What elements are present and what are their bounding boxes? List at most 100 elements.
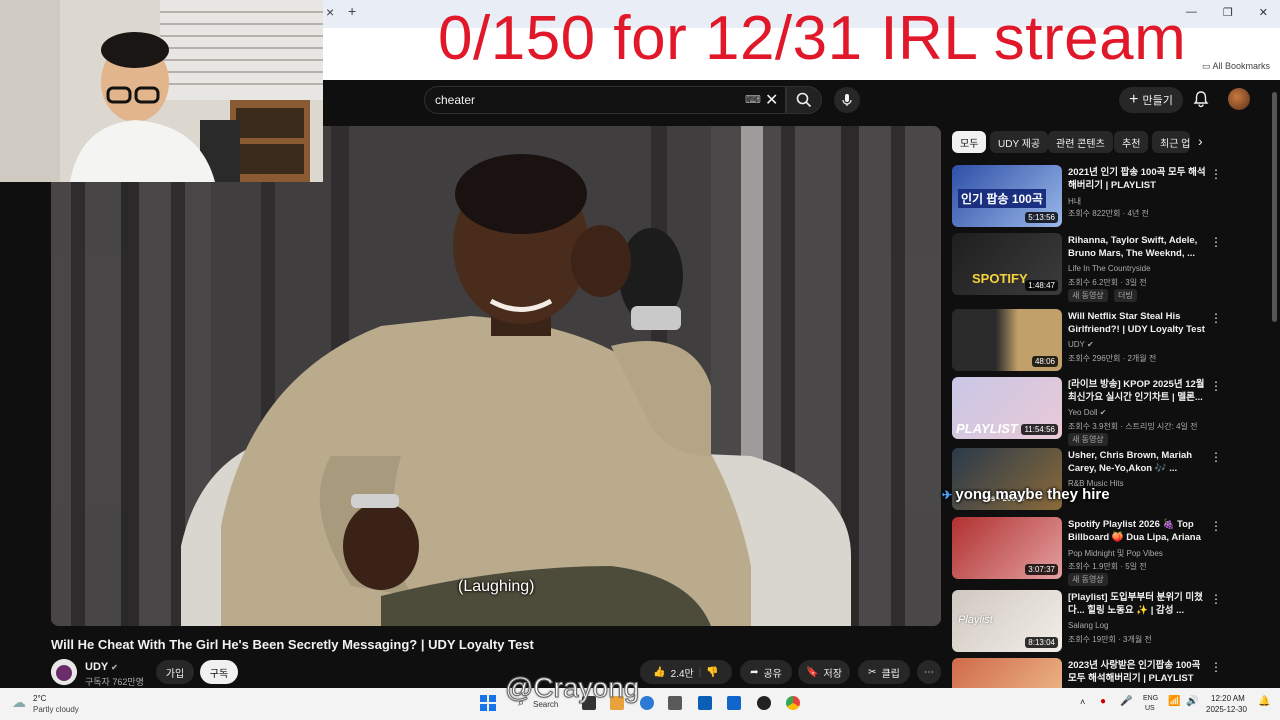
- thumbs-down-icon[interactable]: 👎: [706, 667, 718, 678]
- maximize-icon[interactable]: ❐: [1223, 6, 1233, 19]
- more-actions-button[interactable]: ⋯: [917, 660, 941, 684]
- duration-badge: 8:13:04: [1025, 637, 1058, 648]
- rec-title: Usher, Chris Brown, Mariah Carey, Ne-Yo,…: [1068, 450, 1193, 474]
- rec-title: Spotify Playlist 2026 🍇 Top Billboard 🍑 …: [1068, 519, 1201, 543]
- page-scrollbar[interactable]: [1272, 92, 1277, 322]
- mic-tray-icon[interactable]: 🎤: [1120, 696, 1132, 707]
- chip-recommended[interactable]: 추천: [1114, 131, 1149, 153]
- share-button[interactable]: ➦ 공유: [740, 660, 792, 684]
- all-bookmarks-link[interactable]: ▭ All Bookmarks: [1202, 61, 1270, 72]
- chat-message-text: yong maybe they hire: [955, 486, 1110, 503]
- thumbs-up-icon[interactable]: 👍: [653, 667, 665, 678]
- store-icon[interactable]: [698, 696, 712, 710]
- account-avatar[interactable]: [1228, 88, 1250, 110]
- start-icon[interactable]: [480, 695, 496, 711]
- like-dislike-group[interactable]: 👍 2.4만 | 👎: [640, 660, 732, 684]
- rec-meta: 조회수 6.2만회 · 3일 전: [1068, 278, 1147, 287]
- rec-title: Rihanna, Taylor Swift, Adele, Bruno Mars…: [1068, 235, 1198, 259]
- video-thumbnail[interactable]: SPOTIFY 1:48:47: [952, 233, 1062, 295]
- volume-icon[interactable]: 🔊: [1186, 696, 1198, 707]
- channel-avatar[interactable]: [51, 659, 77, 685]
- streamer-webcam: [0, 0, 323, 182]
- weather-temp[interactable]: 2°C: [33, 694, 46, 703]
- chip-all[interactable]: 모두: [952, 131, 987, 153]
- rec-meta: 조회수 822만회 · 4년 전: [1068, 209, 1149, 218]
- search-input[interactable]: cheater ⌨ ✕: [424, 86, 786, 114]
- chevron-right-icon[interactable]: ›: [1198, 133, 1203, 149]
- weather-icon: ☁: [12, 694, 26, 710]
- video-thumbnail[interactable]: [952, 658, 1062, 688]
- tray-app-icon[interactable]: ●: [1100, 696, 1106, 707]
- more-vert-icon[interactable]: ⋮: [1210, 167, 1222, 181]
- recommended-video[interactable]: Playlist 8:13:04 [Playlist] 도입부부터 분위기 미쳤…: [952, 590, 1222, 654]
- input-language[interactable]: ENG: [1143, 695, 1158, 702]
- share-icon: ➦: [750, 666, 759, 678]
- video-thumbnail[interactable]: 48:06: [952, 309, 1062, 371]
- join-button[interactable]: 가입: [156, 660, 194, 684]
- folder-icon: ▭: [1201, 61, 1213, 71]
- more-vert-icon[interactable]: ⋮: [1210, 379, 1222, 393]
- clip-button[interactable]: ✂ 클립: [858, 660, 910, 684]
- recommended-video[interactable]: 인기 팝송 100곡 5:13:56 2021년 인기 팝송 100곡 모두 해…: [952, 165, 1222, 229]
- outlook-icon[interactable]: [727, 696, 741, 710]
- notification-center-icon[interactable]: 🔔: [1258, 696, 1270, 707]
- minimize-icon[interactable]: —: [1186, 6, 1197, 19]
- wifi-icon[interactable]: 📶: [1168, 696, 1180, 707]
- duration-badge: 1:48:47: [1025, 280, 1058, 291]
- recommended-video[interactable]: 48:06 Will Netflix Star Steal His Girlfr…: [952, 309, 1222, 373]
- obs-icon[interactable]: [757, 696, 771, 710]
- video-frame: [51, 126, 941, 626]
- save-label: 저장: [823, 668, 842, 680]
- rec-channel: Life In The Countryside: [1068, 264, 1151, 273]
- close-tab-button[interactable]: ×: [326, 4, 334, 20]
- recommended-video[interactable]: SPOTIFY 1:48:47 Rihanna, Taylor Swift, A…: [952, 233, 1222, 302]
- more-vert-icon[interactable]: ⋮: [1210, 235, 1222, 249]
- clear-search-icon[interactable]: ✕: [765, 90, 778, 110]
- create-button[interactable]: + 만들기: [1119, 87, 1183, 113]
- keyboard-icon[interactable]: ⌨: [745, 93, 761, 106]
- clock-date[interactable]: 2025-12-30: [1206, 705, 1247, 714]
- duration-badge: 3:07:37: [1025, 564, 1058, 575]
- clock-time[interactable]: 12:20 AM: [1211, 694, 1245, 703]
- voice-search-button[interactable]: [834, 87, 860, 113]
- more-vert-icon[interactable]: ⋮: [1210, 592, 1222, 606]
- save-button[interactable]: 🔖 저장: [798, 660, 850, 684]
- recommended-video[interactable]: 3:07:37 Spotify Playlist 2026 🍇 Top Bill…: [952, 517, 1222, 586]
- chrome-icon[interactable]: [786, 696, 800, 710]
- video-thumbnail[interactable]: PLAYLIST 11:54:56: [952, 377, 1062, 439]
- chat-overlay-message: ✈ yong maybe they hire: [942, 486, 1110, 503]
- chip-recent[interactable]: 최근 업: [1152, 131, 1190, 153]
- input-region[interactable]: US: [1145, 705, 1155, 712]
- weather-description[interactable]: Partly cloudy: [33, 705, 79, 714]
- notifications-button[interactable]: [1192, 90, 1210, 108]
- channel-name[interactable]: UDY ✔: [85, 661, 118, 673]
- app-icon[interactable]: [668, 696, 682, 710]
- chip-from-udy[interactable]: UDY 제공: [990, 131, 1049, 153]
- chip-related[interactable]: 관련 콘텐츠: [1048, 131, 1113, 153]
- windows-taskbar: ☁ 2°C Partly cloudy ⌕ Search ˄ ● 🎤 ENG U…: [0, 688, 1280, 720]
- rec-title: 2023년 사랑받은 인기팝송 100곡 모두 해석해버리기 | PLAYLIS…: [1068, 660, 1201, 684]
- thumbnail-text: PLAYLIST: [956, 421, 1018, 436]
- video-thumbnail[interactable]: 3:07:37: [952, 517, 1062, 579]
- edge-icon[interactable]: [640, 696, 654, 710]
- recommended-video[interactable]: 2023년 사랑받은 인기팝송 100곡 모두 해석해버리기 | PLAYLIS…: [952, 658, 1222, 688]
- like-count: 2.4만: [670, 668, 694, 680]
- recommended-video[interactable]: PLAYLIST 11:54:56 [라이브 방송] KPOP 2025년 12…: [952, 377, 1222, 446]
- thumbnail-text: 인기 팝송 100곡: [958, 189, 1046, 208]
- more-vert-icon[interactable]: ⋮: [1210, 660, 1222, 674]
- close-window-icon[interactable]: ✕: [1259, 6, 1268, 19]
- new-tab-button[interactable]: +: [348, 3, 356, 19]
- subscribe-button[interactable]: 구독: [200, 660, 238, 684]
- more-vert-icon[interactable]: ⋮: [1210, 311, 1222, 325]
- rec-channel: UDY ✔: [1068, 340, 1094, 349]
- rec-title: 2021년 인기 팝송 100곡 모두 해석 해버리기 | PLAYLIST: [1068, 167, 1206, 191]
- video-thumbnail[interactable]: Playlist 8:13:04: [952, 590, 1062, 652]
- bookmarks-label: All Bookmarks: [1212, 61, 1270, 71]
- video-player[interactable]: (Laughing): [51, 126, 941, 626]
- more-vert-icon[interactable]: ⋮: [1210, 450, 1222, 464]
- video-thumbnail[interactable]: 인기 팝송 100곡 5:13:56: [952, 165, 1062, 227]
- more-vert-icon[interactable]: ⋮: [1210, 519, 1222, 533]
- search-button[interactable]: [786, 86, 822, 114]
- rec-title: [라이브 방송] KPOP 2025년 12월 최신가요 실시간 인기차트 | …: [1068, 379, 1205, 403]
- tray-expand-icon[interactable]: ˄: [1080, 697, 1085, 707]
